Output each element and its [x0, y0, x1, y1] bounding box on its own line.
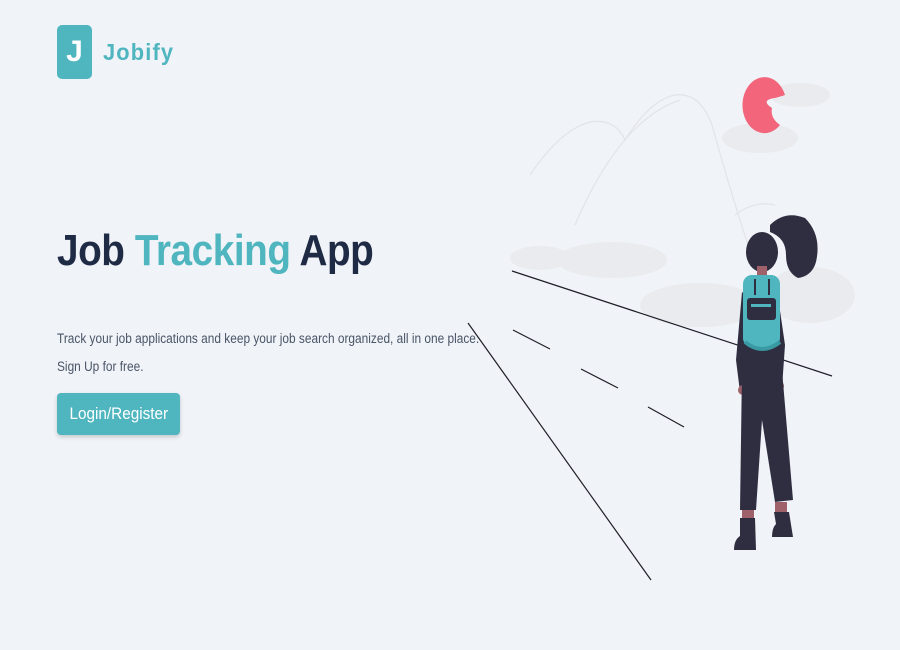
login-register-label: Login/Register — [69, 404, 168, 423]
login-register-button[interactable]: Login/Register — [57, 393, 180, 435]
title-part2: App — [290, 226, 374, 275]
logo-icon[interactable]: J — [57, 25, 92, 79]
description-line2: Sign Up for free. — [57, 358, 144, 374]
sun-icon — [742, 77, 785, 134]
clouds-illustration — [510, 83, 855, 327]
mountains-illustration — [529, 94, 776, 246]
logo-letter: J — [66, 35, 83, 68]
description-line1: Track your job applications and keep you… — [57, 330, 480, 346]
hero-description: Track your job applications and keep you… — [57, 325, 480, 381]
road-lines-illustration — [467, 270, 833, 581]
title-part1: Job — [57, 226, 135, 275]
landing-page: J Jobify Job Tracking App Track your job… — [0, 0, 900, 650]
woman-figure-illustration — [734, 215, 818, 550]
brand-name[interactable]: Jobify — [103, 39, 174, 66]
page-title: Job Tracking App — [57, 224, 374, 278]
navbar: J Jobify — [57, 25, 178, 79]
title-accent: Tracking — [134, 226, 291, 275]
